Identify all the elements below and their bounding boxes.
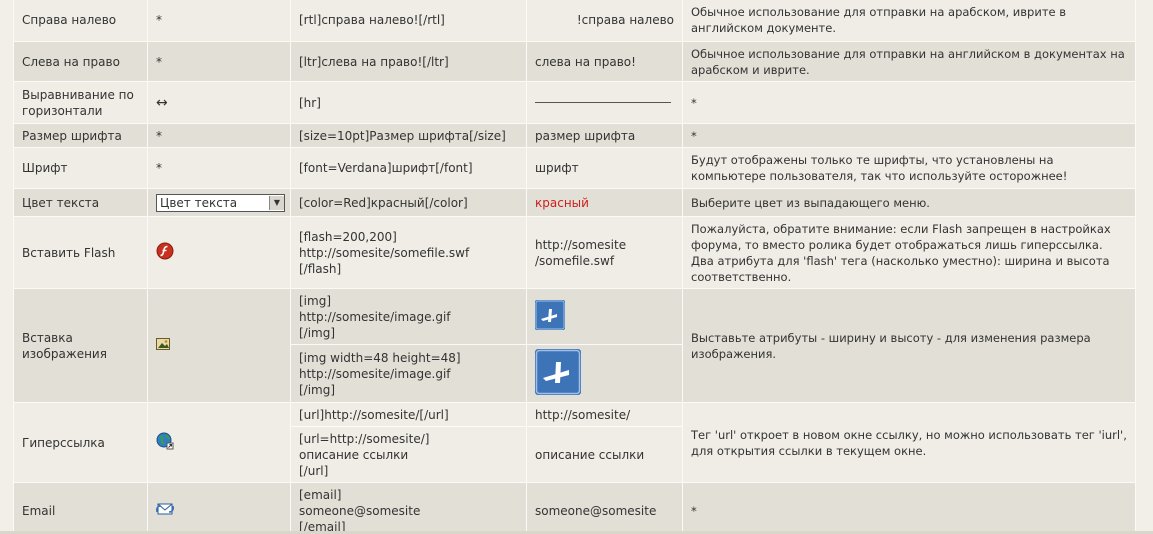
image-icon [156,337,170,354]
result-example: слева на право! [526,41,683,82]
code-example: [url]http://somesite/[/url] [290,402,527,427]
description: Тег 'url' откроет в новом окне ссылку, н… [682,402,1136,483]
chevron-down-icon[interactable]: ▼ [269,195,284,210]
horizontal-rule-button[interactable]: ↔ [147,81,291,124]
bbcode-help-page: Справа налево * [rtl]справа налево![/rtl… [0,0,1153,534]
color-select-value: Цвет текста [160,195,238,210]
table-row: Размер шрифта * [size=10pt]Размер шрифта… [13,123,1136,148]
table-row: Гиперссылка [url]http://somesite/[/url] … [13,402,1136,483]
code-example: [hr] [290,81,527,124]
result-example: описание ссылки [526,426,683,483]
table-row: Вставить Flash [flash=200,200] http://so… [13,216,1136,289]
code-example: [url=http://somesite/] описание ссылки [… [290,426,527,483]
result-example [526,81,683,124]
color-select-cell: Цвет текста ▼ [147,188,291,217]
code-example: [size=10pt]Размер шрифта[/size] [290,123,527,148]
image-preview-small [535,299,565,334]
image-preview-large [535,348,581,399]
code-example: [email] someone@somesite [/email] [290,482,527,534]
description: Обычное использование для отправки на ар… [682,0,1136,42]
result-example: красный [526,188,683,217]
horizontal-arrow-icon: ↔ [156,94,168,111]
result-example: шрифт [526,147,683,189]
tag-name: Справа налево [13,0,148,42]
button-placeholder: * [147,147,291,189]
description: Будут отображены только те шрифты, что у… [682,147,1136,189]
hr-preview [535,102,671,103]
description: Выберите цвет из выпадающего меню. [682,188,1136,217]
table-row: Вставка изображения [img] http://somesit… [13,288,1136,403]
email-icon [156,501,174,521]
result-example [526,288,683,345]
tag-name: Размер шрифта [13,123,148,148]
description: Обычное использование для отправки на ан… [682,41,1136,82]
description: Выставьте атрибуты - ширину и высоту - д… [682,288,1136,403]
code-example: [color=Red]красный[/color] [290,188,527,217]
flash-button[interactable] [147,216,291,289]
image-button[interactable] [147,288,291,403]
table-row: Шрифт * [font=Verdana]шрифт[/font] шрифт… [13,147,1136,189]
tag-name: Вставить Flash [13,216,148,289]
button-placeholder: * [147,123,291,148]
email-button[interactable] [147,482,291,534]
button-placeholder: * [147,41,291,82]
result-example: someone@somesite [526,482,683,534]
tag-name: Гиперссылка [13,402,148,483]
code-example: [img width=48 height=48] http://somesite… [290,344,527,403]
tag-name: Слева на право [13,41,148,82]
description: Пожалуйста, обратите внимание: если Flas… [682,216,1136,289]
description: * [682,81,1136,124]
flash-icon [156,242,174,264]
result-example: размер шрифта [526,123,683,148]
tag-name: Email [13,482,148,534]
table-row: Слева на право * [ltr]слева на право![/l… [13,41,1136,82]
color-select[interactable]: Цвет текста ▼ [156,193,285,212]
tag-name: Шрифт [13,147,148,189]
result-example: http://somesite/ [526,402,683,427]
tag-name: Цвет текста [13,188,148,217]
result-example: !справа налево [526,0,683,42]
bbcode-table: Справа налево * [rtl]справа налево![/rtl… [13,0,1136,534]
code-example: [ltr]слева на право![/ltr] [290,41,527,82]
globe-link-icon [156,432,174,454]
result-example: http://somesite /somefile.swf [526,216,683,289]
code-example: [font=Verdana]шрифт[/font] [290,147,527,189]
table-row: Выравнивание по горизонтали ↔ [hr] * [13,81,1136,124]
code-example: [rtl]справа налево![/rtl] [290,0,527,42]
description: * [682,482,1136,534]
hyperlink-button[interactable] [147,402,291,483]
tag-name: Вставка изображения [13,288,148,403]
table-row: Справа налево * [rtl]справа налево![/rtl… [13,0,1136,42]
description: * [682,123,1136,148]
table-row: Цвет текста Цвет текста ▼ [color=Red]кра… [13,188,1136,217]
result-example [526,344,683,403]
code-example: [img] http://somesite/image.gif [/img] [290,288,527,345]
code-example: [flash=200,200] http://somesite/somefile… [290,216,527,289]
tag-name: Выравнивание по горизонтали [13,81,148,124]
table-row: Email [email] someone@somesite [/email] … [13,482,1136,534]
button-placeholder: * [147,0,291,42]
